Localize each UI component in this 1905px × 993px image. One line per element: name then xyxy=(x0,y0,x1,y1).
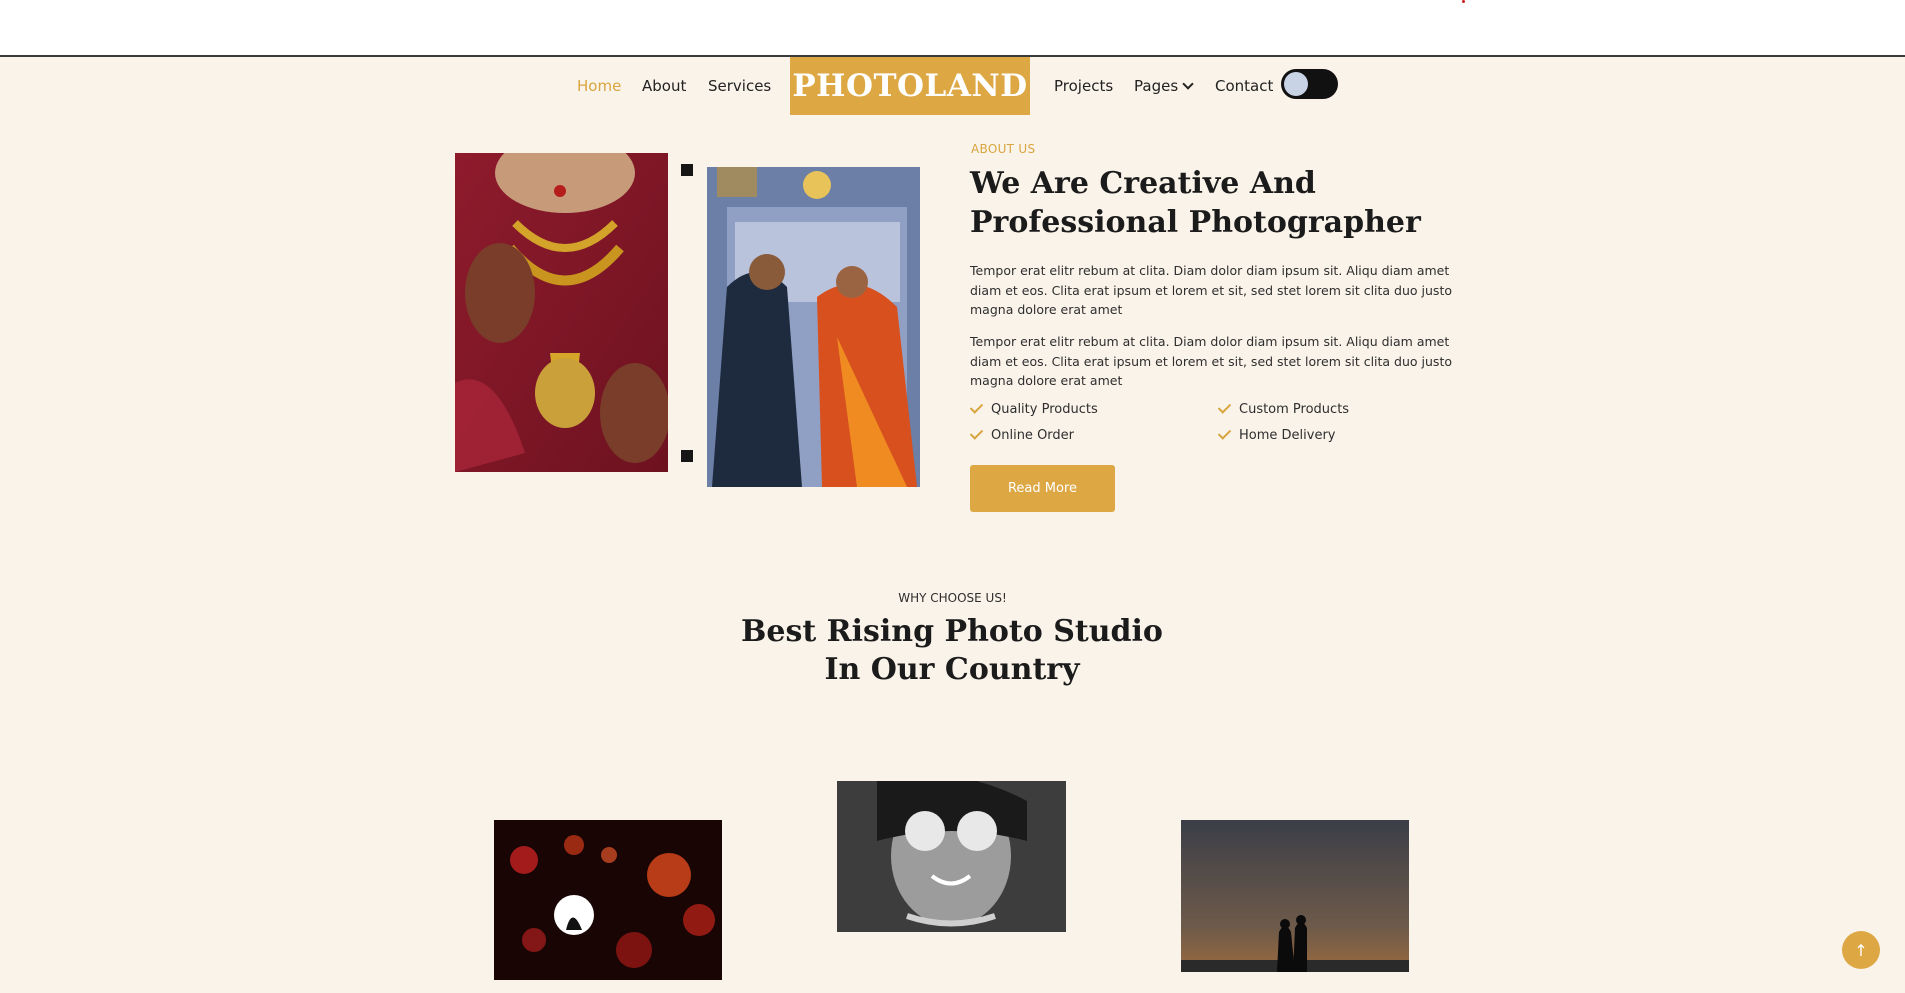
about-label: ABOUT US xyxy=(971,142,1036,156)
nav-services[interactable]: Services xyxy=(708,77,771,95)
bride-jewelry-photo xyxy=(455,153,668,472)
main-nav: Home About Services PHOTOLAND Projects P… xyxy=(0,57,1905,117)
check-icon xyxy=(1217,399,1232,414)
nav-contact[interactable]: Contact xyxy=(1215,77,1273,95)
gallery-bokeh-photo[interactable] xyxy=(494,820,722,980)
feature-label: Home Delivery xyxy=(1239,428,1336,443)
feature-item: Custom Products xyxy=(1217,399,1350,417)
feature-label: Quality Products xyxy=(991,402,1098,417)
feature-item: Online Order xyxy=(969,425,1075,443)
back-to-top-button[interactable]: ↑ xyxy=(1842,931,1880,969)
gallery-portrait-photo[interactable] xyxy=(837,781,1066,932)
arrow-up-icon: ↑ xyxy=(1854,940,1868,960)
theme-toggle[interactable] xyxy=(1281,69,1338,99)
nav-projects[interactable]: Projects xyxy=(1054,77,1113,95)
read-more-button[interactable]: Read More xyxy=(970,465,1115,512)
nav-pages-label: Pages xyxy=(1134,77,1179,95)
top-bar xyxy=(0,0,1905,57)
gallery-sunset-photo[interactable] xyxy=(1181,820,1409,972)
feature-item: Quality Products xyxy=(969,399,1098,417)
why-label: WHY CHOOSE US! xyxy=(898,591,1007,605)
about-heading: We Are Creative And Professional Photogr… xyxy=(970,166,1421,240)
check-icon xyxy=(969,425,984,440)
feature-item: Home Delivery xyxy=(1217,425,1336,443)
about-paragraph: Tempor erat elitr rebum at clita. Diam d… xyxy=(970,263,1452,317)
check-icon xyxy=(969,399,984,414)
why-heading-line: In Our Country xyxy=(824,652,1080,687)
decorative-square xyxy=(681,450,693,462)
red-dot-marker xyxy=(1462,0,1465,3)
nav-home[interactable]: Home xyxy=(577,77,621,95)
why-heading: Best Rising Photo Studio In Our Country xyxy=(652,613,1252,689)
nav-pages[interactable]: Pages xyxy=(1134,77,1194,95)
why-heading-line: Best Rising Photo Studio xyxy=(741,614,1163,649)
feature-label: Custom Products xyxy=(1239,402,1350,417)
decorative-square xyxy=(681,164,693,176)
couple-photo xyxy=(707,167,920,487)
chevron-down-icon xyxy=(1182,78,1194,90)
about-paragraph: Tempor erat elitr rebum at clita. Diam d… xyxy=(970,334,1452,388)
toggle-knob xyxy=(1284,72,1308,96)
feature-label: Online Order xyxy=(991,428,1075,443)
check-icon xyxy=(1217,425,1232,440)
nav-about[interactable]: About xyxy=(642,77,686,95)
brand-logo[interactable]: PHOTOLAND xyxy=(790,57,1030,115)
